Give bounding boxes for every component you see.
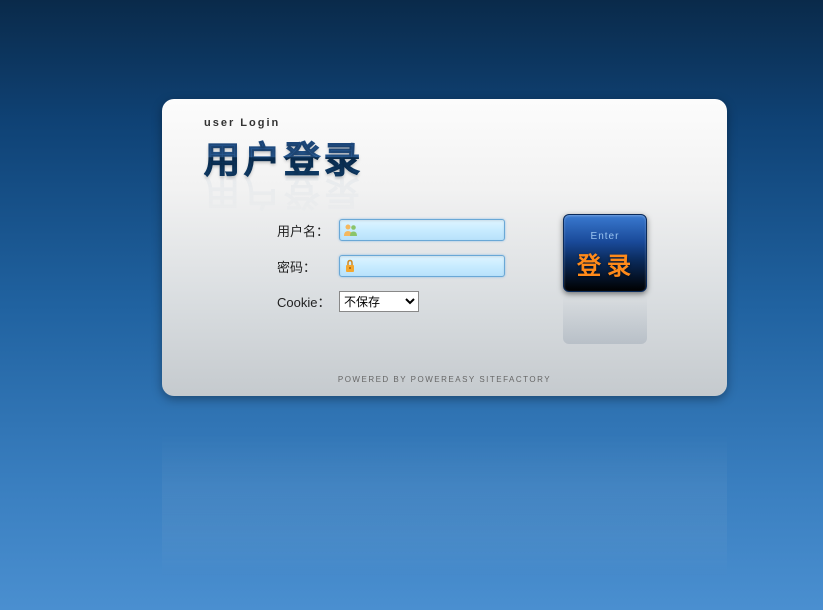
username-input[interactable] [359,220,522,240]
login-panel: user Login 用户登录 用户登录 用户名： 密码 [162,99,727,396]
subtitle: user Login [204,117,727,129]
login-button-sublabel: Enter [591,231,620,242]
password-input-wrap [339,255,505,277]
title-wrap: 用户登录 用户登录 [204,131,727,191]
username-row: 用户名： [277,219,607,241]
users-icon [343,222,359,238]
password-row: 密码： [277,255,607,277]
password-label: 密码： [277,257,339,276]
username-input-wrap [339,219,505,241]
username-label: 用户名： [277,221,339,240]
submit-wrap: Enter 登录 [563,214,647,344]
login-button[interactable]: Enter 登录 [563,214,647,292]
login-button-reflection [563,294,647,344]
lock-icon [343,258,357,274]
password-input[interactable] [357,256,520,276]
footer-text: POWERED BY POWEREASY SITEFACTORY [162,375,727,384]
login-button-label: 登录 [573,246,637,281]
cookie-label: Cookie： [277,292,339,311]
cookie-select-wrap: 不保存 [339,291,419,312]
panel-header: user Login 用户登录 用户登录 [162,99,727,191]
panel-reflection [162,398,727,578]
cookie-row: Cookie： 不保存 [277,291,607,312]
cookie-select[interactable]: 不保存 [339,291,419,312]
title-reflection: 用户登录 [204,169,364,221]
login-form: 用户名： 密码： [277,219,607,326]
